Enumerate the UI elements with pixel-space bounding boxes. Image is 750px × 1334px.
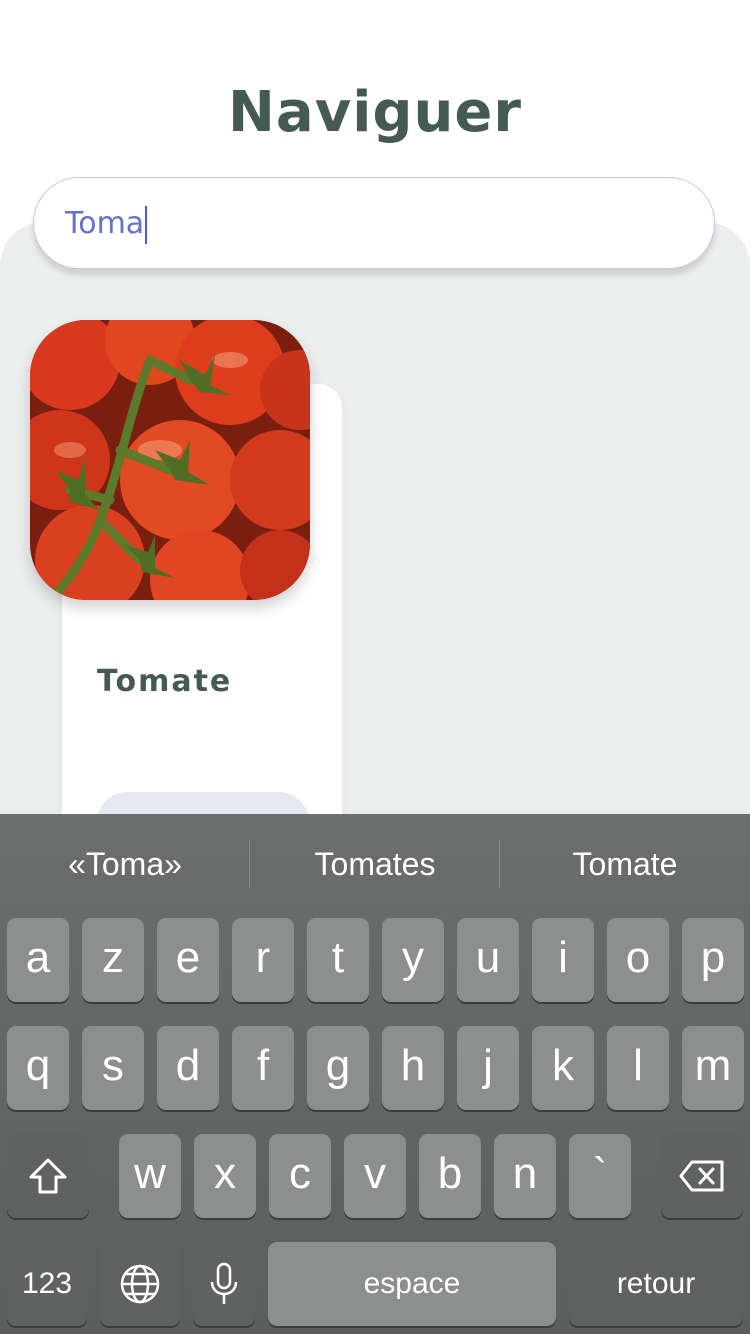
result-card-title: Tomate	[97, 664, 233, 699]
suggestion-2[interactable]: Tomates	[250, 814, 500, 914]
key-c[interactable]: c	[269, 1134, 331, 1218]
key-k[interactable]: k	[532, 1026, 594, 1110]
key-t[interactable]: t	[307, 918, 369, 1002]
key-v[interactable]: v	[344, 1134, 406, 1218]
search-input[interactable]: Toma	[33, 177, 715, 269]
suggestion-1[interactable]: «Toma»	[0, 814, 250, 914]
dictation-key[interactable]	[193, 1242, 255, 1326]
key-q[interactable]: q	[7, 1026, 69, 1110]
key-u[interactable]: u	[457, 918, 519, 1002]
key-x[interactable]: x	[194, 1134, 256, 1218]
key-p[interactable]: p	[682, 918, 744, 1002]
key-d[interactable]: d	[157, 1026, 219, 1110]
key-l[interactable]: l	[607, 1026, 669, 1110]
delete-key[interactable]	[661, 1134, 743, 1218]
backspace-icon	[679, 1160, 724, 1192]
text-caret	[145, 205, 148, 244]
key-g[interactable]: g	[307, 1026, 369, 1110]
microphone-icon	[210, 1262, 238, 1304]
key-grave[interactable]: `	[569, 1134, 631, 1218]
suggestion-3[interactable]: Tomate	[500, 814, 750, 914]
tomato-image[interactable]	[30, 320, 310, 600]
key-b[interactable]: b	[419, 1134, 481, 1218]
key-f[interactable]: f	[232, 1026, 294, 1110]
key-z[interactable]: z	[82, 918, 144, 1002]
key-e[interactable]: e	[157, 918, 219, 1002]
key-y[interactable]: y	[382, 918, 444, 1002]
numbers-key[interactable]: 123	[7, 1242, 87, 1326]
key-n[interactable]: n	[494, 1134, 556, 1218]
key-h[interactable]: h	[382, 1026, 444, 1110]
on-screen-keyboard: «Toma» Tomates Tomate a z e r t y u i o …	[0, 814, 750, 1334]
key-a[interactable]: a	[7, 918, 69, 1002]
page-title: Naviguer	[228, 80, 522, 145]
globe-key[interactable]	[100, 1242, 180, 1326]
shift-key[interactable]	[7, 1134, 89, 1218]
shift-icon	[29, 1158, 67, 1194]
key-s[interactable]: s	[82, 1026, 144, 1110]
space-key[interactable]: espace	[268, 1242, 556, 1326]
key-i[interactable]: i	[532, 918, 594, 1002]
return-key[interactable]: retour	[569, 1242, 743, 1326]
search-input-value: Toma	[65, 206, 145, 241]
key-w[interactable]: w	[119, 1134, 181, 1218]
globe-icon	[120, 1264, 160, 1304]
key-m[interactable]: m	[682, 1026, 744, 1110]
key-o[interactable]: o	[607, 918, 669, 1002]
key-j[interactable]: j	[457, 1026, 519, 1110]
key-r[interactable]: r	[232, 918, 294, 1002]
